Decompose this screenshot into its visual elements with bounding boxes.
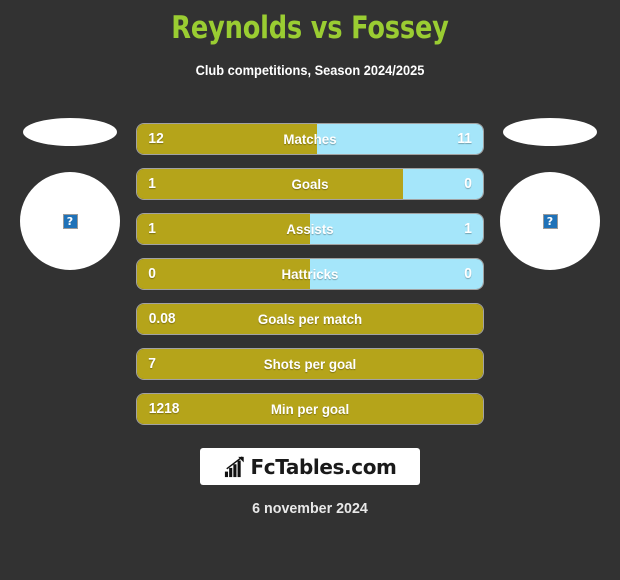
stat-bar-track	[137, 214, 483, 244]
fctables-logo[interactable]: FcTables.com	[200, 448, 420, 485]
page-subtitle: Club competitions, Season 2024/2025	[195, 63, 425, 78]
away-player-photo	[500, 172, 600, 270]
stat-bar-home-segment	[137, 124, 317, 154]
stat-bar-away-segment	[403, 169, 483, 199]
home-player-avatar-group	[0, 118, 140, 270]
stat-bar-row: 12 Matches 11	[137, 124, 483, 154]
stat-bar-track	[137, 304, 483, 334]
stat-bar-track	[137, 169, 483, 199]
stat-bar-home-segment	[137, 169, 404, 199]
stat-bar-row: 1 Assists 1	[137, 214, 483, 244]
stat-bar-list: 12 Matches 11 1 Goals 0 1 Assists 1 0 Hattricks 0 0.…	[137, 124, 483, 439]
stat-bar-away-segment	[310, 259, 483, 289]
broken-image-icon	[62, 213, 78, 229]
fctables-logo-text: FcTables.com	[250, 454, 397, 479]
stat-bar-track	[137, 124, 483, 154]
stat-comparison-infographic: Reynolds vs Fossey Club competitions, Se…	[0, 0, 620, 580]
stat-bar-row: 1 Goals 0	[137, 169, 483, 199]
stat-bar-home-segment	[137, 259, 310, 289]
page-title: Reynolds vs Fossey	[171, 10, 449, 46]
stat-bar-row: 7 Shots per goal	[137, 349, 483, 379]
stat-bar-home-segment	[137, 304, 483, 334]
stat-bar-track	[137, 394, 483, 424]
stat-bar-home-segment	[137, 349, 483, 379]
away-flag-placeholder	[503, 118, 597, 146]
footer-date: 6 november 2024	[252, 500, 368, 517]
away-player-avatar-group	[480, 118, 620, 270]
stat-bar-track	[137, 349, 483, 379]
broken-image-icon	[542, 213, 558, 229]
stat-bar-row: 0 Hattricks 0	[137, 259, 483, 289]
stat-bar-home-segment	[137, 214, 310, 244]
stat-bar-away-segment	[310, 214, 483, 244]
stat-bar-row: 0.08 Goals per match	[137, 304, 483, 334]
stat-bar-away-segment	[316, 124, 483, 154]
stat-bar-track	[137, 259, 483, 289]
home-player-photo	[20, 172, 120, 270]
bar-chart-arrow-icon	[224, 455, 244, 477]
stat-bar-home-segment	[137, 394, 483, 424]
home-flag-placeholder	[23, 118, 117, 146]
stat-bar-row: 1218 Min per goal	[137, 394, 483, 424]
